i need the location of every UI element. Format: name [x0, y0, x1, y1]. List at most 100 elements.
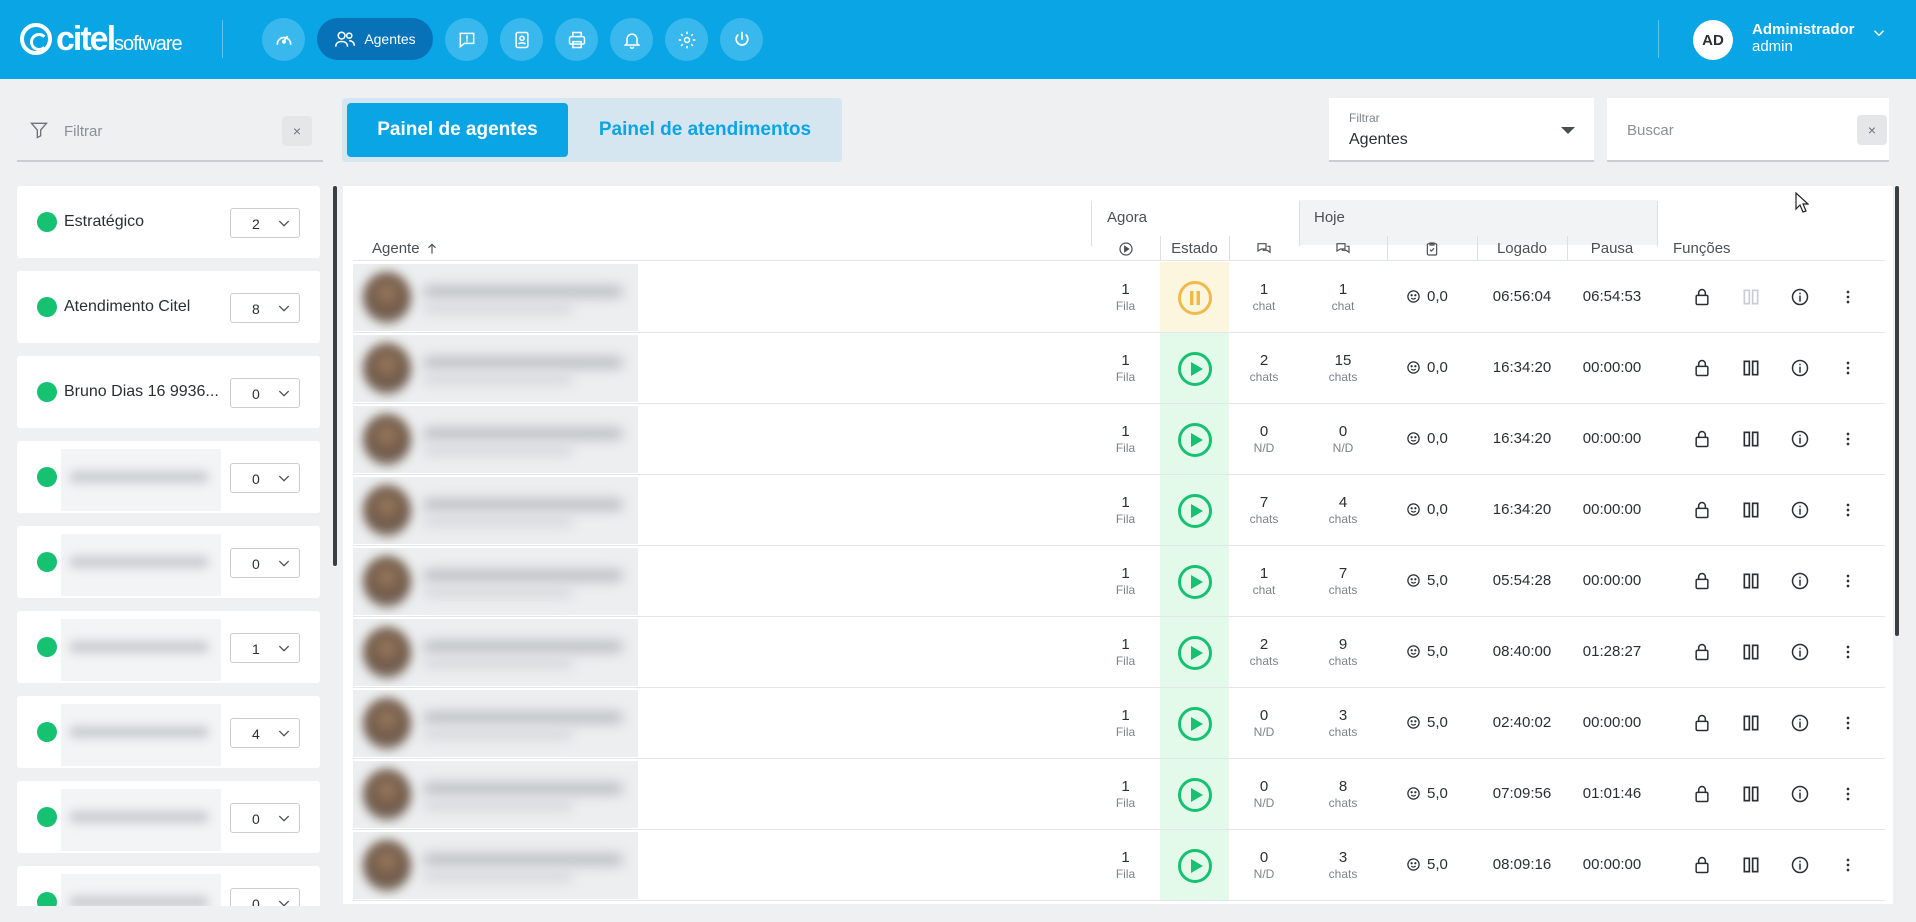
- lock-button[interactable]: [1692, 287, 1712, 307]
- more-options-button[interactable]: [1838, 571, 1858, 591]
- agent-redacted[interactable]: [353, 406, 638, 473]
- info-button[interactable]: [1790, 784, 1810, 804]
- queue-card[interactable]: 0: [17, 866, 320, 906]
- queue-card[interactable]: 0: [17, 526, 320, 598]
- queue-card[interactable]: Atendimento Citel 8: [17, 271, 320, 343]
- table-row[interactable]: 1 Fila 0 N/D 0 N/D 0,0 16:34:20 00:00:00: [343, 404, 1893, 475]
- more-options-button[interactable]: [1838, 642, 1858, 662]
- columns-button[interactable]: [1741, 784, 1761, 804]
- info-button[interactable]: [1790, 358, 1810, 378]
- lock-button[interactable]: [1692, 500, 1712, 520]
- queue-card[interactable]: Estratégico 2: [17, 186, 320, 258]
- more-options-button[interactable]: [1838, 500, 1858, 520]
- info-button[interactable]: [1790, 287, 1810, 307]
- queue-filter-input[interactable]: Filtrar ×: [17, 100, 323, 162]
- queue-count-dropdown[interactable]: 0: [230, 378, 300, 408]
- queue-count-dropdown[interactable]: 2: [230, 208, 300, 238]
- table-row[interactable]: 1 Fila 0 N/D 8 chats 5,0 07:09:56 01:01:46: [343, 759, 1893, 830]
- queue-count-dropdown[interactable]: 0: [230, 463, 300, 493]
- more-options-button[interactable]: [1838, 784, 1858, 804]
- columns-button[interactable]: [1741, 571, 1761, 591]
- clear-queue-filter-button[interactable]: ×: [282, 116, 312, 146]
- table-row[interactable]: 1 Fila 1 chat 1 chat 0,0 06:56:04 06:54:53: [343, 262, 1893, 333]
- chevron-down-icon[interactable]: [1870, 24, 1888, 42]
- more-options-button[interactable]: [1838, 855, 1858, 875]
- info-button[interactable]: [1790, 855, 1810, 875]
- queue-card[interactable]: Bruno Dias 16 9936... 0: [17, 356, 320, 428]
- agent-redacted[interactable]: [353, 477, 638, 544]
- table-row[interactable]: 1 Fila 0 N/D 3 chats 5,0 02:40:02 00:00:00: [343, 688, 1893, 759]
- columns-button[interactable]: [1741, 287, 1761, 307]
- info-button[interactable]: [1790, 642, 1810, 662]
- agent-column-header[interactable]: Agente: [372, 236, 492, 261]
- play-circle-icon[interactable]: [1177, 493, 1213, 529]
- nav-agentes-button[interactable]: Agentes: [317, 18, 433, 60]
- info-button[interactable]: [1790, 500, 1810, 520]
- lock-button[interactable]: [1692, 429, 1712, 449]
- info-button[interactable]: [1790, 571, 1810, 591]
- agent-redacted[interactable]: [353, 832, 638, 899]
- table-row[interactable]: 1 Fila 7 chats 4 chats 0,0 16:34:20 00:00:00: [343, 475, 1893, 546]
- play-circle-icon[interactable]: [1177, 351, 1213, 387]
- play-circle-icon[interactable]: [1177, 706, 1213, 742]
- columns-button[interactable]: [1741, 642, 1761, 662]
- lock-button[interactable]: [1692, 855, 1712, 875]
- settings-button[interactable]: [665, 18, 708, 61]
- agent-redacted[interactable]: [353, 335, 638, 402]
- lock-button[interactable]: [1692, 713, 1712, 733]
- more-options-button[interactable]: [1838, 429, 1858, 449]
- agent-redacted[interactable]: [353, 264, 638, 331]
- more-options-button[interactable]: [1838, 287, 1858, 307]
- tab-painel-agentes[interactable]: Painel de agentes: [347, 103, 568, 157]
- agent-redacted[interactable]: [353, 548, 638, 615]
- contacts-button[interactable]: [500, 18, 543, 61]
- table-scrollbar[interactable]: [1895, 186, 1899, 636]
- more-options-button[interactable]: [1838, 713, 1858, 733]
- agent-redacted[interactable]: [353, 761, 638, 828]
- columns-button[interactable]: [1741, 855, 1761, 875]
- dashboard-button[interactable]: [262, 18, 305, 61]
- search-input[interactable]: Buscar ×: [1607, 98, 1889, 162]
- queue-count-dropdown[interactable]: 0: [230, 888, 300, 906]
- table-row[interactable]: 1 Fila 2 chats 9 chats 5,0 08:40:00 01:28:27: [343, 617, 1893, 688]
- play-circle-icon[interactable]: [1177, 635, 1213, 671]
- queue-card[interactable]: 1: [17, 611, 320, 683]
- citel-logo[interactable]: citel software: [20, 18, 183, 60]
- lock-button[interactable]: [1692, 642, 1712, 662]
- queue-count-dropdown[interactable]: 1: [230, 633, 300, 663]
- play-circle-icon[interactable]: [1177, 564, 1213, 600]
- play-circle-icon[interactable]: [1177, 422, 1213, 458]
- sidebar-scrollbar[interactable]: [333, 186, 337, 566]
- lock-button[interactable]: [1692, 358, 1712, 378]
- queue-card[interactable]: 0: [17, 781, 320, 853]
- queue-card[interactable]: 0: [17, 441, 320, 513]
- table-row[interactable]: 1 Fila 0 N/D 3 chats 5,0 08:09:16 00:00:00: [343, 830, 1893, 901]
- play-circle-icon[interactable]: [1177, 848, 1213, 884]
- queue-count-dropdown[interactable]: 0: [230, 548, 300, 578]
- notifications-button[interactable]: [610, 18, 653, 61]
- columns-button[interactable]: [1741, 500, 1761, 520]
- more-options-button[interactable]: [1838, 358, 1858, 378]
- columns-button[interactable]: [1741, 713, 1761, 733]
- queue-count-dropdown[interactable]: 4: [230, 718, 300, 748]
- play-circle-icon[interactable]: [1177, 777, 1213, 813]
- queue-count-dropdown[interactable]: 0: [230, 803, 300, 833]
- table-row[interactable]: 1 Fila 1 chat 7 chats 5,0 05:54:28 00:00:00: [343, 546, 1893, 617]
- user-avatar[interactable]: AD: [1693, 20, 1733, 60]
- table-row[interactable]: 1 Fila 2 chats 15 chats 0,0 16:34:20 00:00:00: [343, 333, 1893, 404]
- lock-button[interactable]: [1692, 784, 1712, 804]
- pause-circle-icon[interactable]: [1177, 280, 1213, 316]
- filter-type-select[interactable]: Filtrar Agentes: [1329, 98, 1594, 162]
- user-name[interactable]: Administrador: [1752, 21, 1855, 38]
- tab-painel-atendimentos[interactable]: Painel de atendimentos: [574, 103, 836, 157]
- info-button[interactable]: [1790, 713, 1810, 733]
- queue-card[interactable]: 4: [17, 696, 320, 768]
- messages-button[interactable]: [445, 18, 488, 61]
- clear-search-button[interactable]: ×: [1857, 115, 1887, 145]
- lock-button[interactable]: [1692, 571, 1712, 591]
- agent-redacted[interactable]: [353, 690, 638, 757]
- agent-redacted[interactable]: [353, 619, 638, 686]
- queue-count-dropdown[interactable]: 8: [230, 293, 300, 323]
- info-button[interactable]: [1790, 429, 1810, 449]
- logout-button[interactable]: [720, 18, 763, 61]
